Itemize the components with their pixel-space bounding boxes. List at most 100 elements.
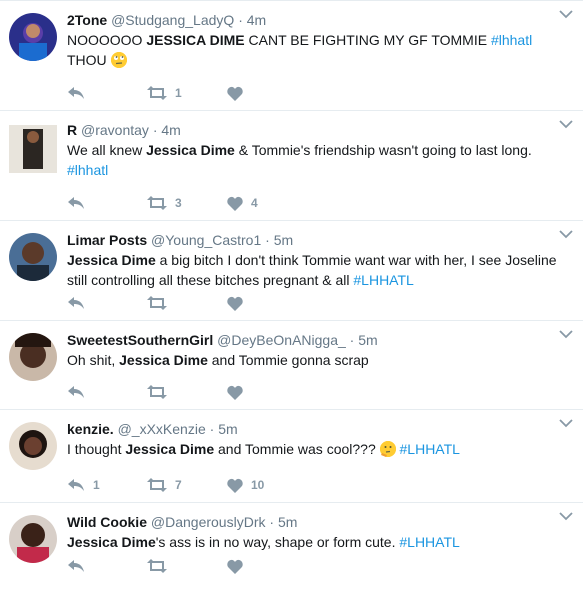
separator: · xyxy=(238,12,243,28)
reply-button[interactable] xyxy=(67,194,147,212)
like-button[interactable] xyxy=(227,294,307,312)
timestamp[interactable]: 4m xyxy=(247,12,266,28)
display-name[interactable]: 2Tone xyxy=(67,12,107,28)
retweet-icon xyxy=(147,478,167,492)
timestamp[interactable]: 5m xyxy=(278,514,297,530)
username[interactable]: @Young_Castro1 xyxy=(151,232,261,248)
retweet-button[interactable] xyxy=(147,294,227,312)
tweet-header: 2Tone @Studgang_LadyQ · 4m xyxy=(67,11,583,29)
tweet-text: Jessica Dime a big bitch I don't think T… xyxy=(67,250,557,290)
reply-icon xyxy=(68,87,84,99)
display-name[interactable]: kenzie. xyxy=(67,421,114,437)
retweet-count: 1 xyxy=(175,86,182,100)
retweet-button[interactable]: 3 xyxy=(147,194,227,212)
timestamp[interactable]: 5m xyxy=(358,332,377,348)
reply-button[interactable]: 1 xyxy=(67,476,147,494)
chevron-down-icon[interactable] xyxy=(559,329,573,339)
display-name[interactable]: Wild Cookie xyxy=(67,514,147,530)
retweet-button[interactable]: 1 xyxy=(147,84,227,102)
reply-button[interactable] xyxy=(67,294,147,312)
username[interactable]: @DeyBeOnANigga_ xyxy=(217,332,346,348)
hashtag-link[interactable]: #LHHATL xyxy=(399,534,459,550)
heart-icon xyxy=(227,86,243,101)
avatar[interactable] xyxy=(9,333,57,381)
tweet[interactable]: 2Tone @Studgang_LadyQ · 4m NOOOOOO JESSI… xyxy=(0,1,583,111)
avatar[interactable] xyxy=(9,422,57,470)
tweet-header: kenzie. @_xXxKenzie · 5m xyxy=(67,420,583,438)
avatar[interactable] xyxy=(9,125,57,173)
tweet-header: R @ravontay · 4m xyxy=(67,121,583,139)
hashtag-link[interactable]: #lhhatl xyxy=(491,32,532,48)
tweet-text: Jessica Dime's ass is in no way, shape o… xyxy=(67,532,557,552)
retweet-icon xyxy=(147,196,167,210)
timestamp[interactable]: 5m xyxy=(218,421,237,437)
retweet-icon xyxy=(147,385,167,399)
display-name[interactable]: SweetestSouthernGirl xyxy=(67,332,213,348)
like-button[interactable]: 10 xyxy=(227,476,307,494)
tweet[interactable]: SweetestSouthernGirl @DeyBeOnANigga_ · 5… xyxy=(0,321,583,410)
tweet-actions xyxy=(67,557,307,575)
heart-icon xyxy=(227,196,243,211)
heart-icon xyxy=(227,296,243,311)
reply-button[interactable] xyxy=(67,84,147,102)
username[interactable]: @_xXxKenzie xyxy=(118,421,206,437)
retweet-button[interactable]: 7 xyxy=(147,476,227,494)
separator: · xyxy=(269,514,275,530)
display-name[interactable]: Limar Posts xyxy=(67,232,147,248)
text-segment: I thought xyxy=(67,441,126,457)
like-button[interactable] xyxy=(227,84,307,102)
like-button[interactable] xyxy=(227,383,307,401)
separator: · xyxy=(152,122,158,138)
tweet[interactable]: kenzie. @_xXxKenzie · 5m I thought Jessi… xyxy=(0,410,583,503)
retweet-button[interactable] xyxy=(147,383,227,401)
username[interactable]: @Studgang_LadyQ xyxy=(111,12,234,28)
separator: · xyxy=(349,332,355,348)
retweet-icon xyxy=(147,86,167,100)
reply-button[interactable] xyxy=(67,383,147,401)
retweet-button[interactable] xyxy=(147,557,227,575)
highlighted-term: Jessica Dime xyxy=(119,352,208,368)
like-count: 4 xyxy=(251,196,258,210)
tweet-feed: 2Tone @Studgang_LadyQ · 4m NOOOOOO JESSI… xyxy=(0,0,583,600)
reply-button[interactable] xyxy=(67,557,147,575)
tweet[interactable]: R @ravontay · 4m We all knew Jessica Dim… xyxy=(0,111,583,221)
timestamp[interactable]: 5m xyxy=(274,232,293,248)
like-button[interactable]: 4 xyxy=(227,194,307,212)
tweet-text: Oh shit, Jessica Dime and Tommie gonna s… xyxy=(67,350,557,370)
rolling-eyes-emoji xyxy=(110,52,127,68)
hashtag-link[interactable]: #LHHATL xyxy=(353,272,413,288)
tweet[interactable]: Wild Cookie @DangerouslyDrk · 5m Jessica… xyxy=(0,503,583,583)
text-segment: & Tommie's friendship wasn't going to la… xyxy=(234,142,532,158)
timestamp[interactable]: 4m xyxy=(161,122,180,138)
avatar[interactable] xyxy=(9,13,57,61)
avatar[interactable] xyxy=(9,515,57,563)
avatar[interactable] xyxy=(9,233,57,281)
reply-icon xyxy=(68,560,84,572)
tweet-text: NOOOOOO JESSICA DIME CANT BE FIGHTING MY… xyxy=(67,30,557,70)
highlighted-term: Jessica Dime xyxy=(146,142,235,158)
tweet-header: Limar Posts @Young_Castro1 · 5m xyxy=(67,231,583,249)
separator: · xyxy=(265,232,270,248)
chevron-down-icon[interactable] xyxy=(559,229,573,239)
heart-icon xyxy=(227,559,243,574)
chevron-down-icon[interactable] xyxy=(559,9,573,19)
retweet-icon xyxy=(147,296,167,310)
username[interactable]: @ravontay xyxy=(81,122,149,138)
tweet[interactable]: Limar Posts @Young_Castro1 · 5m Jessica … xyxy=(0,221,583,321)
chevron-down-icon[interactable] xyxy=(559,511,573,521)
like-button[interactable] xyxy=(227,557,307,575)
username[interactable]: @DangerouslyDrk xyxy=(151,514,266,530)
tweet-actions: 1 7 10 xyxy=(67,476,307,494)
tweet-actions: 1 xyxy=(67,84,307,102)
reply-icon xyxy=(68,386,84,398)
like-count: 10 xyxy=(251,478,265,492)
heart-icon xyxy=(227,385,243,400)
text-segment: CANT BE FIGHTING MY GF TOMMIE xyxy=(244,32,491,48)
display-name[interactable]: R xyxy=(67,122,77,138)
tweet-header: Wild Cookie @DangerouslyDrk · 5m xyxy=(67,513,583,531)
hashtag-link[interactable]: #lhhatl xyxy=(67,162,108,178)
tweet-text: We all knew Jessica Dime & Tommie's frie… xyxy=(67,140,557,180)
hashtag-link[interactable]: #LHHATL xyxy=(400,441,460,457)
chevron-down-icon[interactable] xyxy=(559,119,573,129)
chevron-down-icon[interactable] xyxy=(559,418,573,428)
